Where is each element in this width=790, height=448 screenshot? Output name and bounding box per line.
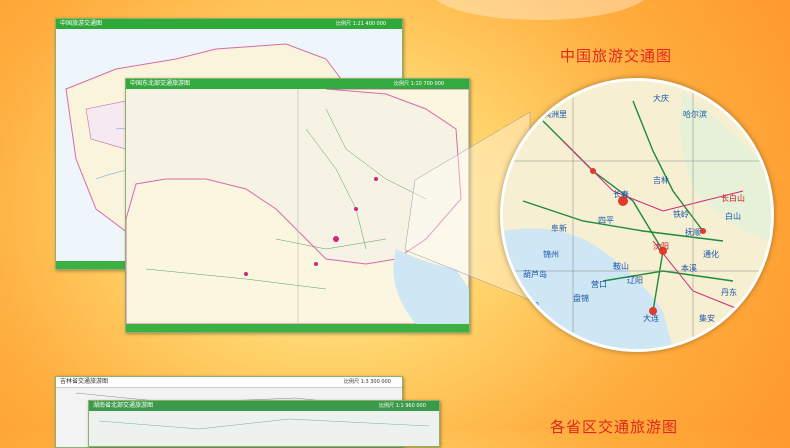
zoom-label: 大连 xyxy=(643,314,659,323)
zoom-label: 盘锦 xyxy=(573,294,589,303)
caption-province-maps: 各省区交通旅游图 xyxy=(550,418,679,436)
zoom-label: 长白山 xyxy=(721,194,745,203)
map-title: 中国东北部交通旅游图 xyxy=(130,80,191,87)
zoom-label: 辽阳 xyxy=(627,276,643,285)
zoom-label: 丹东 xyxy=(721,288,737,297)
zoom-detail-circle: 大庆 哈尔滨 长春 吉林 沈阳 大连 丹东 鞍山 营口 锦州 葫芦岛 四平 通化… xyxy=(500,78,774,352)
zoom-label: 本溪 xyxy=(681,264,697,273)
map-title: 湖南省北部交通旅游图 xyxy=(93,402,154,409)
map-scale: 比例尺 1:1 960 000 xyxy=(379,403,426,409)
zoom-label: 营口 xyxy=(591,280,607,289)
zoom-label: 大庆 xyxy=(653,94,669,103)
map-scale: 比例尺 1:10 700 000 xyxy=(394,81,445,87)
zoom-label: 平壤 xyxy=(723,330,739,339)
zoom-label: 锦州 xyxy=(543,250,559,259)
zoom-label: 白山 xyxy=(725,212,741,221)
zoom-label: 朝阳 xyxy=(523,302,539,311)
map-footer xyxy=(126,324,469,332)
hunan-map-graphic xyxy=(89,411,439,446)
map-title: 吉林省交通旅游图 xyxy=(60,378,109,385)
zoom-label: 沈阳 xyxy=(653,242,669,251)
zoom-label: 满洲里 xyxy=(543,110,567,119)
caption-china-map: 中国旅游交通图 xyxy=(560,47,673,65)
zoom-label: 鞍山 xyxy=(613,262,629,271)
map-scale: 比例尺 1:3 300 000 xyxy=(344,379,391,385)
zoom-label: 铁岭 xyxy=(673,210,689,219)
map-scale: 比例尺 1:21 400 000 xyxy=(336,21,387,27)
hunan-map-sheet: 湖南省北部交通旅游图 比例尺 1:1 960 000 xyxy=(88,400,440,447)
northeast-map-graphic xyxy=(126,89,469,324)
map-title: 中国旅游交通图 xyxy=(60,20,103,27)
zoom-label: 长春 xyxy=(613,190,629,199)
zoom-label: 通化 xyxy=(703,250,719,259)
northeast-map-sheet: 中国东北部交通旅游图 比例尺 1:10 700 000 xyxy=(125,78,470,333)
zoom-label: 吉林 xyxy=(653,176,669,185)
zoom-label: 哈尔滨 xyxy=(683,110,707,119)
zoom-label: 阜新 xyxy=(551,224,567,233)
zoom-label: 葫芦岛 xyxy=(523,270,547,279)
zoom-label: 抚顺 xyxy=(685,228,701,237)
zoom-label: 集安 xyxy=(699,314,715,323)
zoom-label: 四平 xyxy=(598,216,614,225)
background-swoosh xyxy=(430,0,650,20)
